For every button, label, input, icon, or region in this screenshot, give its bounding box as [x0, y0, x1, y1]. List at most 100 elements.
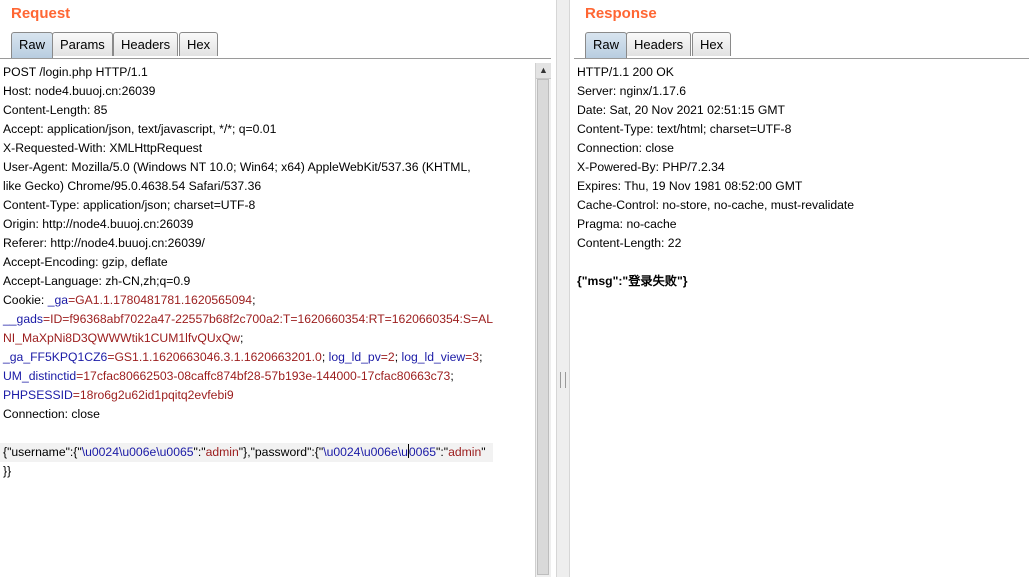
request-text: __gads — [3, 312, 43, 326]
response-line: Connection: close — [574, 139, 854, 158]
request-text: _ga_FF5KPQ1CZ6 — [3, 350, 108, 364]
request-text: Origin: http://node4.buuoj.cn:26039 — [3, 217, 194, 231]
scroll-thumb[interactable] — [537, 79, 549, 575]
request-text: User-Agent: Mozilla/5.0 (Windows NT 10.0… — [3, 160, 471, 174]
request-line: Accept-Language: zh-CN,zh;q=0.9 — [0, 272, 493, 291]
request-text: \u0024\u006e\u0065 — [81, 445, 194, 459]
request-line: Host: node4.buuoj.cn:26039 — [0, 82, 493, 101]
request-line: like Gecko) Chrome/95.0.4638.54 Safari/5… — [0, 177, 493, 196]
request-line: NI_MaXpNi8D3QWWWtik1CUM1lfvQUxQw; — [0, 329, 493, 348]
request-text: =3 — [465, 350, 480, 364]
response-text: Pragma: no-cache — [577, 217, 677, 231]
request-text: Connection: close — [3, 407, 100, 421]
request-text: {"username":{" — [3, 445, 82, 459]
response-line: Date: Sat, 20 Nov 2021 02:51:15 GMT — [574, 101, 854, 120]
response-tabbar-divider — [574, 58, 1029, 59]
request-tab-hex[interactable]: Hex — [179, 32, 219, 56]
request-text: admin — [448, 445, 482, 459]
response-line — [574, 253, 854, 272]
response-line: HTTP/1.1 200 OK — [574, 63, 854, 82]
request-line — [0, 424, 493, 443]
request-text: =GA1.1.1780481781.1620565094 — [68, 293, 253, 307]
request-text: _ga — [47, 293, 69, 307]
response-pane: Response Raw Headers Hex HTTP/1.1 200 OK… — [574, 0, 1029, 577]
request-line: Origin: http://node4.buuoj.cn:26039 — [0, 215, 493, 234]
request-line: POST /login.php HTTP/1.1 — [0, 63, 493, 82]
response-line: Content-Type: text/html; charset=UTF-8 — [574, 120, 854, 139]
request-pane: Request Raw Params Headers Hex POST /log… — [0, 0, 551, 577]
request-text: 0065 — [408, 445, 437, 459]
request-text: like Gecko) Chrome/95.0.4638.54 Safari/5… — [3, 179, 262, 193]
request-line: Connection: close — [0, 405, 493, 424]
request-text: PHPSESSID — [3, 388, 73, 402]
request-line: Accept-Encoding: gzip, deflate — [0, 253, 493, 272]
request-text: Accept-Encoding: gzip, deflate — [3, 255, 168, 269]
request-tab-headers[interactable]: Headers — [113, 32, 179, 56]
request-line: Accept: application/json, text/javascrip… — [0, 120, 493, 139]
request-text: =ID=f96368abf7022a47-22557b68f2c700a2:T=… — [42, 312, 494, 326]
response-text: Content-Type: text/html; charset=UTF-8 — [577, 122, 792, 136]
request-line: {"username":{"\u0024\u006e\u0065":"admin… — [0, 443, 494, 462]
request-text: log_ld_pv — [328, 350, 381, 364]
request-line: _ga_FF5KPQ1CZ6=GS1.1.1620663046.3.1.1620… — [0, 348, 493, 367]
request-tabbar: Raw Params Headers Hex — [0, 32, 551, 58]
response-text: Cache-Control: no-store, no-cache, must-… — [577, 198, 855, 212]
pane-splitter[interactable] — [556, 0, 570, 577]
response-tab-raw[interactable]: Raw — [585, 32, 628, 58]
request-text: UM_distinctid — [3, 369, 77, 383]
request-text: =18ro6g2u62id1pqitq2evfebi9 — [72, 388, 234, 402]
response-tabbar: Raw Headers Hex — [574, 32, 1029, 58]
request-tab-raw[interactable]: Raw — [11, 32, 54, 58]
response-tab-headers[interactable]: Headers — [626, 32, 692, 56]
request-text: =17cfac80662503-08caffc874bf28-57b193e-1… — [76, 369, 451, 383]
request-text: log_ld_view — [401, 350, 466, 364]
request-line: Content-Length: 85 — [0, 101, 493, 120]
request-tab-params[interactable]: Params — [52, 32, 113, 56]
request-scrollbar[interactable]: ▲ — [535, 63, 551, 577]
response-line: Content-Length: 22 — [574, 234, 854, 253]
request-line: Cookie: _ga=GA1.1.1780481781.1620565094; — [0, 291, 493, 310]
request-text: Accept-Language: zh-CN,zh;q=0.9 — [3, 274, 191, 288]
request-text: =2 — [380, 350, 395, 364]
request-text: Cookie: — [3, 293, 48, 307]
response-raw-viewer[interactable]: HTTP/1.1 200 OK Server: nginx/1.17.6 Date:… — [574, 63, 854, 291]
response-line: X-Powered-By: PHP/7.2.34 — [574, 158, 854, 177]
response-text: Server: nginx/1.17.6 — [577, 84, 687, 98]
request-raw-editor[interactable]: POST /login.php HTTP/1.1 Host: node4.buuo… — [0, 63, 494, 481]
request-line: PHPSESSID=18ro6g2u62id1pqitq2evfebi9 — [0, 386, 493, 405]
request-text: Content-Type: application/json; charset=… — [3, 198, 256, 212]
response-text: {"msg":"登录失败"} — [577, 274, 688, 288]
request-text: admin — [205, 445, 239, 459]
response-line: Expires: Thu, 19 Nov 1981 08:52:00 GMT — [574, 177, 854, 196]
request-text: ; — [321, 350, 329, 364]
request-line: UM_distinctid=17cfac80662503-08caffc874b… — [0, 367, 493, 386]
response-line: Server: nginx/1.17.6 — [574, 82, 854, 101]
request-tabbar-divider — [0, 58, 551, 59]
request-line: Content-Type: application/json; charset=… — [0, 196, 493, 215]
request-text: "},"password":{" — [238, 445, 324, 459]
request-line: User-Agent: Mozilla/5.0 (Windows NT 10.0… — [0, 158, 493, 177]
request-text: Host: node4.buuoj.cn:26039 — [3, 84, 156, 98]
request-line: X-Requested-With: XMLHttpRequest — [0, 139, 493, 158]
scroll-up-arrow-icon[interactable]: ▲ — [536, 63, 551, 79]
request-line: Referer: http://node4.buuoj.cn:26039/ — [0, 234, 493, 253]
request-text: \u0024\u006e\u — [323, 445, 408, 459]
request-text: Accept: application/json, text/javascrip… — [3, 122, 277, 136]
request-text: NI_MaXpNi8D3QWWWtik1CUM1lfvQUxQw — [3, 331, 241, 345]
splitter-grip-icon[interactable] — [560, 372, 566, 388]
response-text: HTTP/1.1 200 OK — [577, 65, 674, 79]
response-line: {"msg":"登录失败"} — [574, 272, 854, 291]
request-text: Content-Length: 85 — [3, 103, 108, 117]
response-line: Cache-Control: no-store, no-cache, must-… — [574, 196, 854, 215]
request-text: =GS1.1.1620663046.3.1.1620663201.0 — [107, 350, 322, 364]
response-text: Content-Length: 22 — [577, 236, 682, 250]
request-text: X-Requested-With: XMLHttpRequest — [3, 141, 203, 155]
request-text: ; — [479, 350, 483, 364]
response-text: Expires: Thu, 19 Nov 1981 08:52:00 GMT — [577, 179, 803, 193]
request-line: }} — [0, 462, 493, 481]
response-text: Connection: close — [577, 141, 674, 155]
response-tab-hex[interactable]: Hex — [692, 32, 732, 56]
request-text: POST /login.php HTTP/1.1 — [3, 65, 148, 79]
request-text: ; — [252, 293, 256, 307]
request-title: Request — [11, 5, 71, 22]
